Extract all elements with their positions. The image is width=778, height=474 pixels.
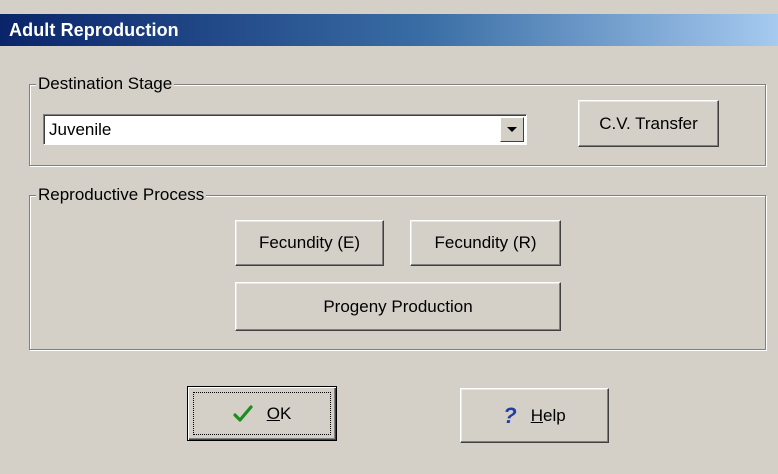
- title-bar[interactable]: Adult Reproduction: [0, 14, 778, 46]
- window-title: Adult Reproduction: [9, 20, 179, 40]
- destination-stage-label: Destination Stage: [36, 74, 175, 94]
- destination-stage-dropdown[interactable]: Juvenile: [43, 114, 527, 145]
- dropdown-arrow-button[interactable]: [500, 117, 524, 142]
- chevron-down-icon: [507, 127, 517, 132]
- cv-transfer-button[interactable]: C.V. Transfer: [578, 100, 719, 147]
- reproductive-process-label: Reproductive Process: [36, 185, 207, 205]
- fecundity-e-button[interactable]: Fecundity (E): [235, 220, 384, 266]
- fecundity-r-label: Fecundity (R): [434, 233, 537, 252]
- cv-transfer-label: C.V. Transfer: [599, 113, 698, 133]
- ok-button[interactable]: OK: [187, 386, 337, 441]
- focus-rectangle: [193, 392, 331, 435]
- fecundity-r-button[interactable]: Fecundity (R): [410, 220, 561, 266]
- destination-stage-value: Juvenile: [49, 120, 112, 139]
- progeny-production-button[interactable]: Progeny Production: [235, 282, 561, 331]
- help-label: Help: [530, 405, 566, 425]
- help-button[interactable]: ? Help: [460, 388, 609, 443]
- question-icon: ?: [503, 402, 517, 428]
- fecundity-e-label: Fecundity (E): [258, 233, 361, 252]
- progeny-production-label: Progeny Production: [323, 296, 473, 316]
